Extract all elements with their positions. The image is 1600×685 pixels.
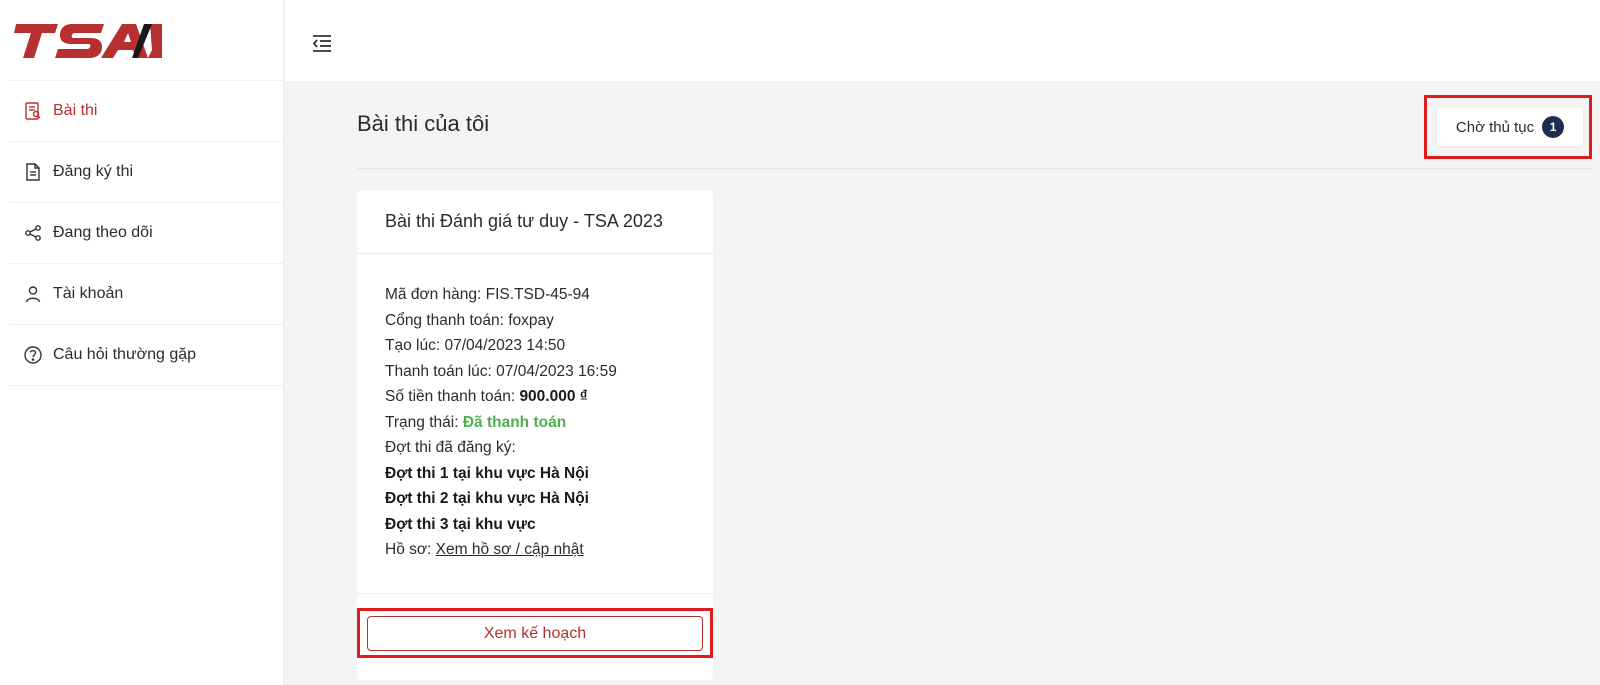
profile-link[interactable]: Xem hồ sơ / cập nhật: [436, 541, 584, 558]
profile-label: Hồ sơ:: [385, 541, 436, 558]
gateway-value: foxpay: [508, 311, 554, 329]
profile-row: Hồ sơ: Xem hồ sơ / cập nhật: [385, 537, 713, 563]
amount-row: Số tiền thanh toán: 900.000 ₫: [385, 384, 713, 410]
tsa-logo-mark: [14, 24, 162, 58]
pending-highlight: Chờ thủ tục 1: [1424, 95, 1592, 159]
sidebar-item-cau-hoi[interactable]: Câu hỏi thường gặp: [10, 325, 283, 386]
created-row: Tạo lúc: 07/04/2023 14:50: [385, 333, 713, 359]
gateway-row: Cổng thanh toán: foxpay: [385, 308, 713, 334]
tsa-logo[interactable]: [10, 0, 283, 81]
card-divider: [357, 593, 713, 594]
menu-collapse-icon[interactable]: [311, 34, 333, 54]
topbar: [285, 0, 1600, 81]
pending-procedures-button[interactable]: Chờ thủ tục 1: [1437, 108, 1583, 146]
sidebar-item-bai-thi[interactable]: Bài thi: [10, 81, 283, 142]
plan-highlight: Xem kế hoạch: [357, 608, 713, 658]
pending-count-badge: 1: [1542, 116, 1565, 138]
session-item: Đợt thi 3 tại khu vực: [385, 512, 713, 538]
created-label: Tạo lúc:: [385, 337, 445, 354]
user-icon: [23, 284, 43, 304]
question-icon: [23, 345, 43, 365]
paid-at-label: Thanh toán lúc:: [385, 362, 497, 380]
exam-card-body: Mã đơn hàng: FIS.TSD-45-94 Cổng thanh to…: [357, 254, 713, 563]
sessions-label: Đợt thi đã đăng ký:: [385, 439, 516, 456]
document-icon: [23, 162, 43, 182]
created-value: 07/04/2023 14:50: [444, 337, 566, 354]
sidebar-item-label: Đang theo dõi: [53, 224, 153, 241]
sidebar-item-label: Đăng ký thi: [53, 163, 134, 180]
session-item-text: Đợt thi 3 tại khu vực: [385, 515, 536, 533]
sidebar-item-label: Tài khoản: [53, 285, 124, 302]
session-item: Đợt thi 1 tại khu vực Hà Nội: [385, 461, 713, 487]
share-icon: [23, 223, 43, 243]
title-divider: [357, 168, 1592, 169]
page-title: Bài thi của tôi: [357, 111, 490, 136]
exam-card: Bài thi Đánh giá tư duy - TSA 2023 Mã đơ…: [357, 190, 713, 680]
sidebar-item-dang-ky-thi[interactable]: Đăng ký thi: [10, 142, 283, 203]
status-label: Trạng thái:: [385, 413, 463, 431]
session-item: Đợt thi 2 tại khu vực Hà Nội: [385, 486, 713, 512]
session-item-text: Đợt thi 1 tại khu vực Hà Nội: [385, 464, 589, 482]
status-badge: Đã thanh toán: [462, 413, 567, 431]
sidebar-item-tai-khoan[interactable]: Tài khoản: [10, 264, 283, 325]
sidebar-item-dang-theo-doi[interactable]: Đang theo dõi: [10, 203, 283, 264]
amount-value: 900.000 ₫: [519, 388, 588, 405]
sidebar-menu: Bài thi Đăng ký thi Đang theo dõi Tài kh…: [0, 81, 283, 386]
exam-icon: [23, 101, 43, 121]
exam-card-title: Bài thi Đánh giá tư duy - TSA 2023: [357, 190, 713, 254]
pending-label: Chờ thủ tục: [1455, 118, 1535, 136]
status-row: Trạng thái: Đã thanh toán: [385, 410, 713, 436]
paid-at-row: Thanh toán lúc: 07/04/2023 16:59: [385, 359, 713, 385]
order-row: Mã đơn hàng: FIS.TSD-45-94: [385, 282, 713, 308]
amount-label: Số tiền thanh toán:: [385, 388, 520, 405]
session-item-text: Đợt thi 2 tại khu vực Hà Nội: [385, 490, 589, 507]
sidebar-item-label: Câu hỏi thường gặp: [53, 346, 197, 363]
gateway-label: Cổng thanh toán:: [385, 311, 509, 329]
order-value: FIS.TSD-45-94: [485, 286, 590, 303]
paid-at-value: 07/04/2023 16:59: [496, 362, 617, 380]
sidebar: Bài thi Đăng ký thi Đang theo dõi Tài kh…: [0, 0, 284, 685]
sidebar-item-label: Bài thi: [53, 102, 98, 119]
main-content: Bài thi của tôi Chờ thủ tục 1 Bài thi Đá…: [285, 81, 1600, 685]
view-plan-button[interactable]: Xem kế hoạch: [367, 616, 703, 651]
order-label: Mã đơn hàng:: [385, 286, 486, 303]
